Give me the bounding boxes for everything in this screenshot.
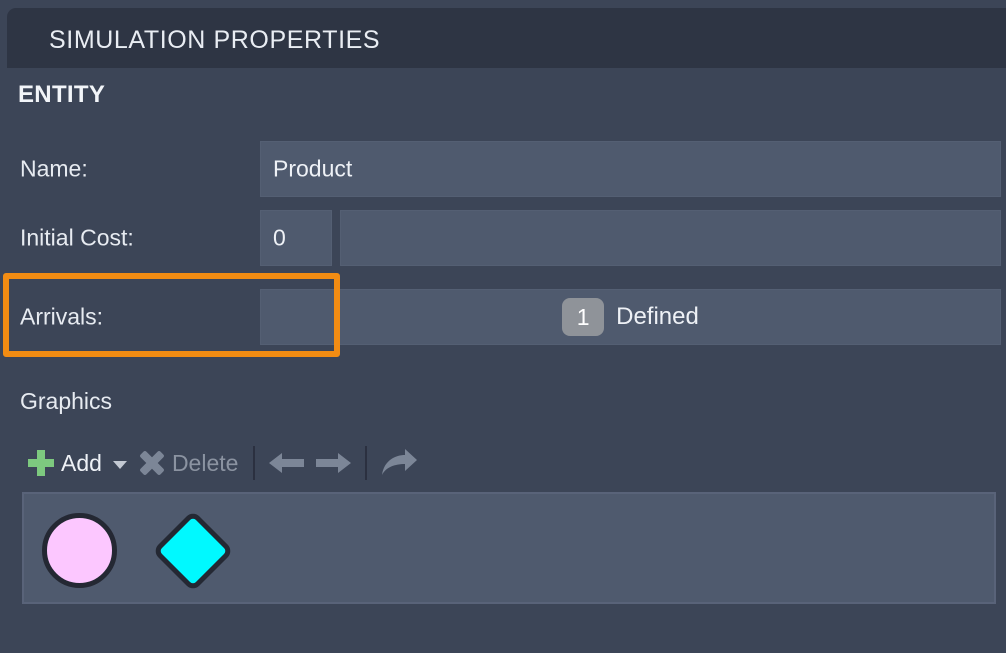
move-back-button[interactable] (264, 440, 310, 486)
property-row-name: Name: Product (0, 138, 1001, 200)
header-strip: SIMULATION PROPERTIES (0, 0, 1006, 68)
add-button[interactable]: Add (22, 440, 133, 486)
initial-cost-value: 0 (273, 224, 286, 251)
tab-simulation-properties[interactable]: SIMULATION PROPERTIES (7, 8, 1006, 68)
close-x-icon (139, 450, 165, 476)
delete-button-label: Delete (171, 449, 239, 476)
graphics-section-title: Graphics (20, 388, 113, 414)
property-row-initial-cost: Initial Cost: 0 (0, 207, 1001, 269)
bring-to-front-button[interactable] (376, 440, 422, 486)
label-arrivals: Arrivals: (20, 303, 104, 330)
name-input[interactable]: Product (260, 141, 1001, 197)
toolbar-separator-1 (253, 446, 256, 480)
delete-button[interactable]: Delete (133, 440, 244, 486)
arrow-left-icon (269, 453, 305, 473)
diamond-shape-body (151, 509, 235, 593)
panel-body: ENTITY Name: Product Initial Cost: 0 Arr… (0, 68, 1006, 653)
toolbar-separator-2 (365, 446, 368, 480)
curved-forward-arrow-icon (382, 449, 418, 475)
move-forward-button[interactable] (310, 440, 356, 486)
label-name: Name: (20, 155, 88, 182)
diamond-shape[interactable] (150, 508, 236, 594)
circle-shape[interactable] (42, 513, 117, 588)
initial-cost-input[interactable]: 0 (260, 210, 332, 266)
simulation-properties-panel: SIMULATION PROPERTIES ENTITY Name: Produ… (0, 0, 1006, 653)
name-input-value: Product (273, 155, 353, 182)
arrivals-count-badge: 1 (562, 298, 605, 336)
chevron-down-icon[interactable] (112, 461, 127, 469)
property-row-arrivals: Arrivals: 1 Defined (0, 286, 1001, 348)
arrivals-field[interactable]: 1 Defined (260, 289, 1001, 345)
graphics-toolbar: Add Delete (22, 440, 422, 486)
arrivals-content: 1 Defined (261, 290, 1000, 344)
graphics-preview-panel[interactable] (22, 492, 996, 604)
arrow-right-icon (316, 453, 352, 473)
initial-cost-row-filler (340, 210, 1001, 266)
add-button-label: Add (61, 449, 102, 476)
label-initial-cost: Initial Cost: (20, 224, 134, 251)
section-title-entity: ENTITY (18, 81, 106, 108)
arrivals-status-text: Defined (616, 303, 699, 330)
panel-title: SIMULATION PROPERTIES (49, 26, 381, 54)
plus-icon (28, 450, 54, 476)
